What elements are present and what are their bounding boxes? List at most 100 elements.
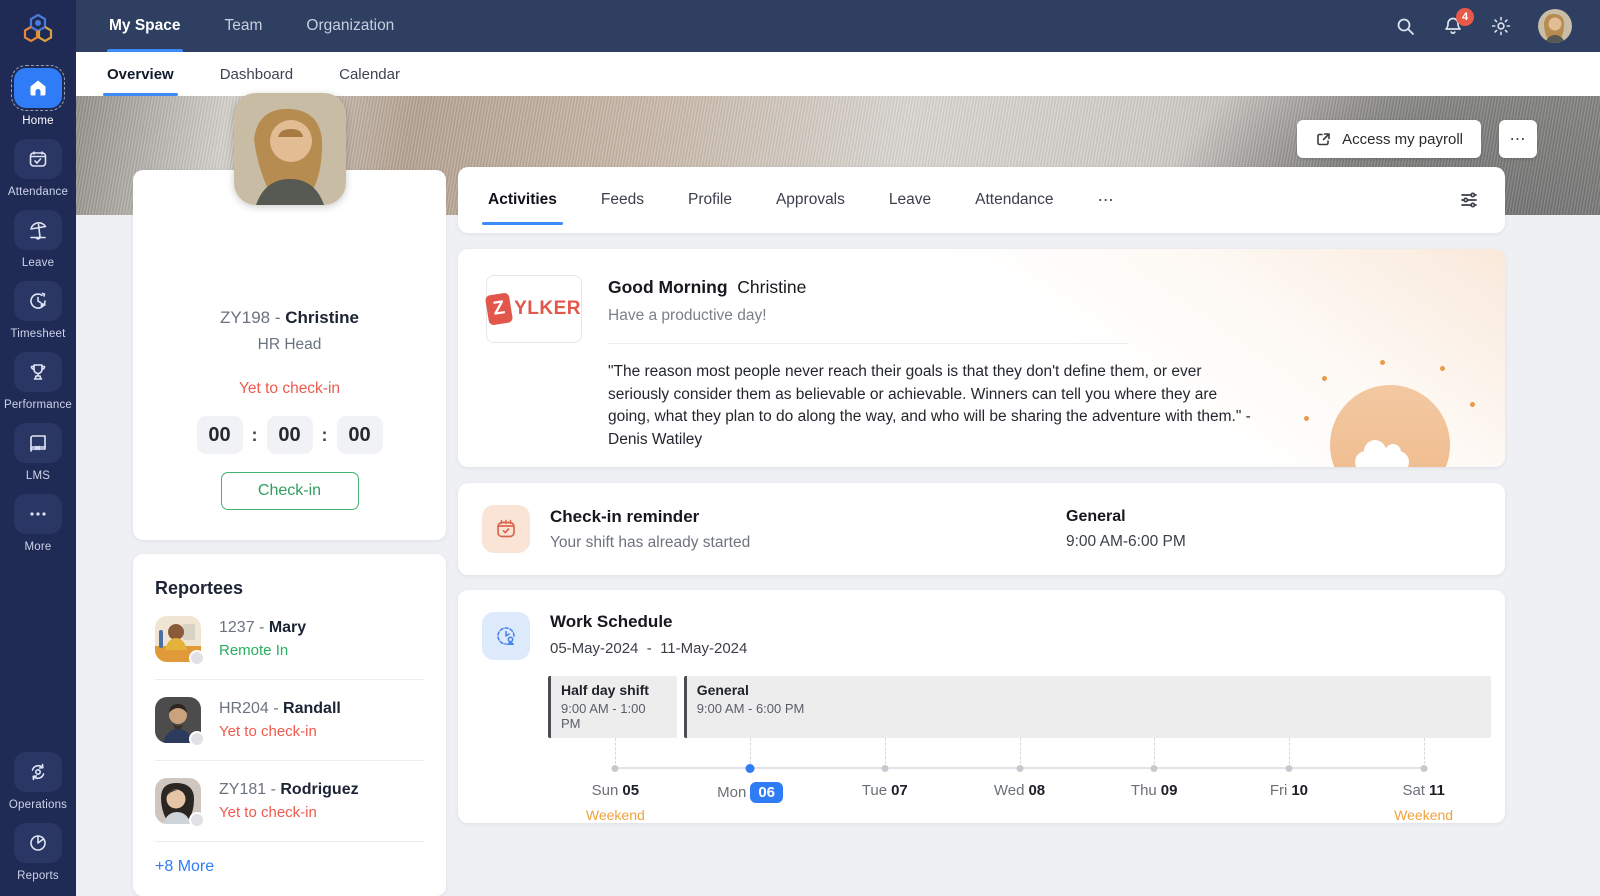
tab-profile[interactable]: Profile	[688, 167, 732, 233]
content-columns: ZY198 - Christine HR Head Yet to check-i…	[76, 167, 1600, 896]
trophy-icon	[27, 361, 49, 383]
checkin-status: Yet to check-in	[153, 380, 426, 398]
timeline-connectors	[548, 738, 1491, 764]
secondary-navigation: Overview Dashboard Calendar	[76, 52, 1600, 96]
topnav-team[interactable]: Team	[223, 0, 265, 52]
search-icon[interactable]	[1395, 16, 1416, 37]
timeline-axis	[548, 764, 1491, 772]
day-sat: Sat11 Weekend	[1356, 782, 1491, 823]
tab-approvals[interactable]: Approvals	[776, 167, 845, 233]
top-navigation-bar: My Space Team Organization 4	[76, 0, 1600, 52]
timer-seconds: 00	[337, 416, 383, 454]
topnav-organization[interactable]: Organization	[304, 0, 396, 52]
reportee-status: Remote In	[219, 642, 306, 659]
presence-dot	[189, 650, 205, 666]
sidebar-label: Reports	[17, 870, 59, 882]
notifications-bell-icon[interactable]: 4	[1442, 15, 1464, 37]
presence-dot	[189, 731, 205, 747]
greeting-subtitle: Have a productive day!	[608, 307, 1505, 325]
ellipsis-icon	[27, 503, 49, 525]
reportees-more-link[interactable]: +8 More	[155, 858, 214, 876]
reportee-avatar	[155, 778, 201, 824]
external-link-icon	[1315, 131, 1332, 148]
reportee-status: Yet to check-in	[219, 804, 359, 821]
sidebar: Home Attendance Leave	[0, 0, 76, 896]
weekend-label: Weekend	[1356, 807, 1491, 823]
reminder-title: Check-in reminder	[550, 507, 750, 527]
day-tue: Tue07	[817, 782, 952, 823]
employee-profile-card: ZY198 - Christine HR Head Yet to check-i…	[133, 170, 446, 540]
tab-leave[interactable]: Leave	[889, 167, 931, 233]
shift-name: General	[1066, 508, 1186, 526]
tab-activities[interactable]: Activities	[488, 167, 557, 233]
reportee-row[interactable]: ZY181 - Rodriguez Yet to check-in	[155, 761, 424, 842]
greeting-card: Z YLKER Good Morning Christine Have a pr…	[458, 249, 1505, 467]
tab-overview[interactable]: Overview	[107, 52, 174, 96]
employee-id-name: ZY198 - Christine	[153, 308, 426, 328]
zoho-people-logo-icon	[18, 10, 58, 50]
sidebar-label: Leave	[22, 257, 54, 269]
sidebar-label: Timesheet	[10, 328, 65, 340]
schedule-timeline: Half day shift 9:00 AM - 1:00 PM General…	[548, 676, 1491, 823]
settings-gear-icon[interactable]	[1490, 15, 1512, 37]
today-dot	[746, 764, 755, 773]
sidebar-item-lms[interactable]: LMS	[14, 423, 62, 482]
divider	[608, 343, 1128, 344]
app-root: Home Attendance Leave	[0, 0, 1600, 896]
day-wed: Wed08	[952, 782, 1087, 823]
sidebar-item-timesheet[interactable]: Timesheet	[10, 281, 65, 340]
today-date-chip: 06	[750, 782, 783, 803]
sidebar-item-home[interactable]: Home	[14, 68, 62, 127]
zylker-logo: Z YLKER	[486, 275, 582, 343]
book-icon	[27, 432, 49, 454]
sidebar-label: LMS	[26, 470, 50, 482]
reportee-avatar	[155, 697, 201, 743]
sidebar-item-operations[interactable]: Operations	[9, 752, 67, 811]
tab-calendar[interactable]: Calendar	[339, 52, 400, 96]
check-in-button[interactable]: Check-in	[221, 472, 359, 510]
sidebar-label: Attendance	[8, 186, 68, 198]
schedule-clock-icon	[482, 612, 530, 660]
operations-sync-icon	[27, 761, 49, 783]
tab-feeds[interactable]: Feeds	[601, 167, 644, 233]
timer-icon	[27, 290, 49, 312]
banner-more-button[interactable]: ⋯	[1499, 120, 1537, 158]
day-sun: Sun05 Weekend	[548, 782, 683, 823]
notification-count-badge: 4	[1456, 8, 1474, 26]
home-icon	[27, 77, 49, 99]
sidebar-item-more[interactable]: More	[14, 494, 62, 553]
day-labels: Sun05 Weekend Mon06 Tue07 Wed08	[548, 782, 1491, 823]
access-payroll-button[interactable]: Access my payroll	[1297, 120, 1481, 158]
tabs-overflow-button[interactable]: ⋯	[1098, 167, 1115, 233]
sidebar-item-reports[interactable]: Reports	[14, 823, 62, 882]
weekend-label: Weekend	[548, 807, 683, 823]
timer-minutes: 00	[267, 416, 313, 454]
sidebar-label: Performance	[4, 399, 72, 411]
work-schedule-card: Work Schedule 05-May-2024 - 11-May-2024 …	[458, 590, 1505, 823]
checkin-reminder-card: Check-in reminder Your shift has already…	[458, 483, 1505, 575]
sidebar-item-performance[interactable]: Performance	[4, 352, 72, 411]
tab-dashboard[interactable]: Dashboard	[220, 52, 293, 96]
reportees-title: Reportees	[155, 578, 424, 599]
sidebar-label: Home	[22, 115, 53, 127]
sidebar-item-leave[interactable]: Leave	[14, 210, 62, 269]
day-mon-today: Mon06	[683, 782, 818, 823]
reportee-row[interactable]: 1237 - Mary Remote In	[155, 599, 424, 680]
sidebar-item-attendance[interactable]: Attendance	[8, 139, 68, 198]
timer-hours: 00	[197, 416, 243, 454]
customize-sliders-icon[interactable]	[1459, 190, 1479, 210]
schedule-date-range: 05-May-2024 - 11-May-2024	[550, 640, 747, 657]
employee-role: HR Head	[153, 336, 426, 354]
profile-tabs-card: Activities Feeds Profile Approvals Leave…	[458, 167, 1505, 233]
topnav-my-space[interactable]: My Space	[107, 0, 183, 52]
work-timer: 00 : 00 : 00	[153, 416, 426, 454]
shift-block-half-day[interactable]: Half day shift 9:00 AM - 1:00 PM	[548, 676, 677, 738]
tab-attendance[interactable]: Attendance	[975, 167, 1053, 233]
shift-time: 9:00 AM-6:00 PM	[1066, 533, 1186, 551]
presence-dot	[189, 812, 205, 828]
quote-of-the-day: "The reason most people never reach thei…	[608, 361, 1256, 451]
shift-block-general[interactable]: General 9:00 AM - 6:00 PM	[684, 676, 1491, 738]
reportee-avatar	[155, 616, 201, 662]
reportee-row[interactable]: HR204 - Randall Yet to check-in	[155, 680, 424, 761]
user-avatar[interactable]	[1538, 9, 1572, 43]
